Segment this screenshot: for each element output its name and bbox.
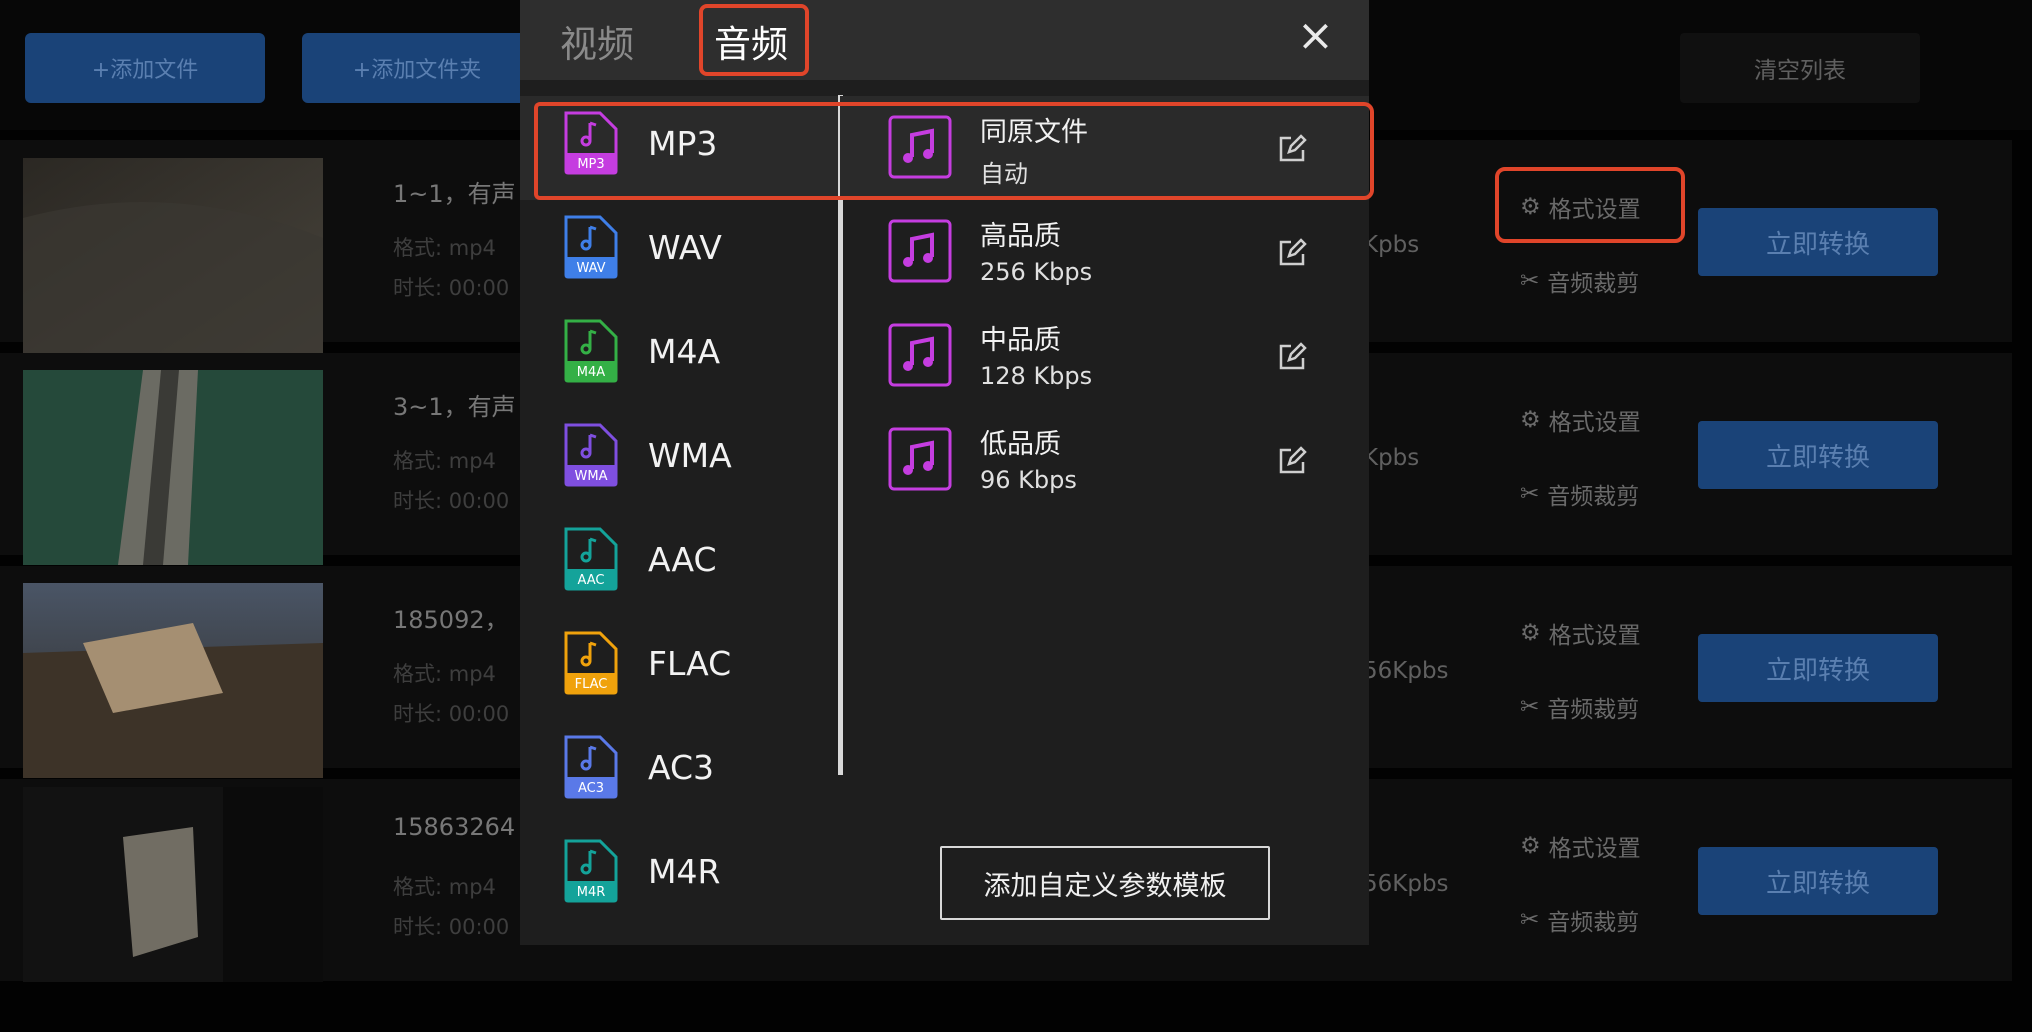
format-tag: M4A	[577, 365, 605, 380]
format-settings-label: 格式设置	[1548, 836, 1641, 862]
convert-button[interactable]: 立即转换	[1698, 421, 1938, 489]
file-format: 格式: mp4	[393, 449, 496, 473]
gear-icon: ⚙	[1520, 833, 1541, 859]
format-settings-button[interactable]: ⚙ 格式设置	[1520, 616, 1641, 650]
format-label: M4A	[648, 332, 721, 371]
convert-button[interactable]: 立即转换	[1698, 634, 1938, 702]
format-label: M4R	[648, 852, 721, 891]
add-custom-template-button[interactable]: 添加自定义参数模板	[940, 846, 1270, 920]
convert-button[interactable]: 立即转换	[1698, 847, 1938, 915]
audio-trim-button[interactable]: ✂ 音频裁剪	[1520, 903, 1639, 937]
format-tag: FLAC	[575, 677, 608, 692]
format-item-wav[interactable]: WAV WAV	[520, 200, 840, 304]
file-duration: 时长: 00:00	[393, 276, 510, 300]
edit-icon[interactable]	[1277, 446, 1307, 476]
tab-video[interactable]: 视频	[560, 14, 634, 68]
format-label: WMA	[648, 436, 732, 475]
m4a-file-icon: M4A	[564, 319, 618, 383]
format-label: FLAC	[648, 644, 732, 683]
edit-icon[interactable]	[1277, 342, 1307, 372]
convert-button[interactable]: 立即转换	[1698, 208, 1938, 276]
format-settings-label: 格式设置	[1548, 623, 1641, 649]
mp3-highlight	[534, 102, 876, 200]
file-name: 15863264	[393, 813, 516, 841]
file-format: 格式: mp4	[393, 875, 496, 899]
file-name: 185092，	[393, 606, 509, 634]
quality-title: 中品质	[980, 325, 1061, 356]
video-thumbnail	[23, 787, 323, 982]
audio-trim-label: 音频裁剪	[1547, 910, 1640, 936]
music-note-icon	[888, 219, 952, 283]
format-label: AC3	[648, 748, 715, 787]
gear-icon: ⚙	[1520, 620, 1541, 646]
gear-icon: ⚙	[1520, 407, 1541, 433]
format-item-m4r[interactable]: M4R M4R	[520, 824, 840, 928]
video-thumbnail	[23, 158, 323, 353]
wma-file-icon: WMA	[564, 423, 618, 487]
video-thumbnail	[23, 583, 323, 778]
quality-title: 高品质	[980, 221, 1061, 252]
file-bitrate: 56Kpbs	[1363, 871, 1449, 897]
format-tag: M4R	[577, 885, 606, 900]
flac-file-icon: FLAC	[564, 631, 618, 695]
video-thumbnail	[23, 370, 323, 565]
audio-trim-button[interactable]: ✂ 音频裁剪	[1520, 690, 1639, 724]
quality-subtitle: 128 Kbps	[980, 362, 1093, 390]
format-label: WAV	[648, 228, 722, 267]
format-item-flac[interactable]: FLAC FLAC	[520, 616, 840, 720]
audio-trim-button[interactable]: ✂ 音频裁剪	[1520, 477, 1639, 511]
format-settings-button[interactable]: ⚙ 格式设置	[1520, 829, 1641, 863]
scissors-icon: ✂	[1520, 694, 1540, 720]
add-folder-button[interactable]: +添加文件夹	[302, 33, 532, 103]
edit-icon[interactable]	[1277, 238, 1307, 268]
scissors-icon: ✂	[1520, 907, 1540, 933]
file-bitrate: Kpbs	[1363, 232, 1420, 258]
audio-trim-button[interactable]: ✂ 音频裁剪	[1520, 264, 1639, 298]
file-format: 格式: mp4	[393, 236, 496, 260]
quality-title: 低品质	[980, 429, 1061, 460]
original-quality-highlight	[872, 102, 1374, 200]
aac-file-icon: AAC	[564, 527, 618, 591]
format-settings-highlight	[1495, 167, 1685, 243]
format-item-m4a[interactable]: M4A M4A	[520, 304, 840, 408]
audio-trim-label: 音频裁剪	[1547, 697, 1640, 723]
format-settings-button[interactable]: ⚙ 格式设置	[1520, 403, 1641, 437]
close-icon[interactable]: ×	[1297, 10, 1334, 61]
file-bitrate: Kpbs	[1363, 445, 1420, 471]
file-name: 1~1，有声	[393, 180, 516, 208]
file-duration: 时长: 00:00	[393, 915, 510, 939]
m4r-file-icon: M4R	[564, 839, 618, 903]
audio-tab-highlight	[699, 4, 809, 76]
file-name: 3~1，有声	[393, 393, 516, 421]
format-tag: AAC	[578, 573, 605, 588]
file-format: 格式: mp4	[393, 662, 496, 686]
clear-list-button[interactable]: 清空列表	[1680, 33, 1920, 103]
file-bitrate: 56Kpbs	[1363, 658, 1449, 684]
file-duration: 时长: 00:00	[393, 702, 510, 726]
audio-trim-label: 音频裁剪	[1547, 271, 1640, 297]
file-duration: 时长: 00:00	[393, 489, 510, 513]
format-item-wma[interactable]: WMA WMA	[520, 408, 840, 512]
music-note-icon	[888, 427, 952, 491]
format-item-aac[interactable]: AAC AAC	[520, 512, 840, 616]
add-file-button[interactable]: +添加文件	[25, 33, 265, 103]
format-label: AAC	[648, 540, 717, 579]
format-tag: WMA	[575, 469, 608, 484]
format-tag: AC3	[578, 781, 604, 796]
ac3-file-icon: AC3	[564, 735, 618, 799]
format-tag: WAV	[576, 261, 605, 276]
quality-subtitle: 256 Kbps	[980, 258, 1093, 286]
quality-subtitle: 96 Kbps	[980, 466, 1077, 494]
scissors-icon: ✂	[1520, 268, 1540, 294]
format-item-ac3[interactable]: AC3 AC3	[520, 720, 840, 824]
audio-trim-label: 音频裁剪	[1547, 484, 1640, 510]
format-dialog: 视频 音频 × MP3 MP3 WAV WAV M4A M4A WMA WMA …	[520, 0, 1374, 945]
wav-file-icon: WAV	[564, 215, 618, 279]
music-note-icon	[888, 323, 952, 387]
scissors-icon: ✂	[1520, 481, 1540, 507]
dialog-header: 视频 音频 ×	[520, 0, 1369, 80]
format-settings-label: 格式设置	[1548, 410, 1641, 436]
